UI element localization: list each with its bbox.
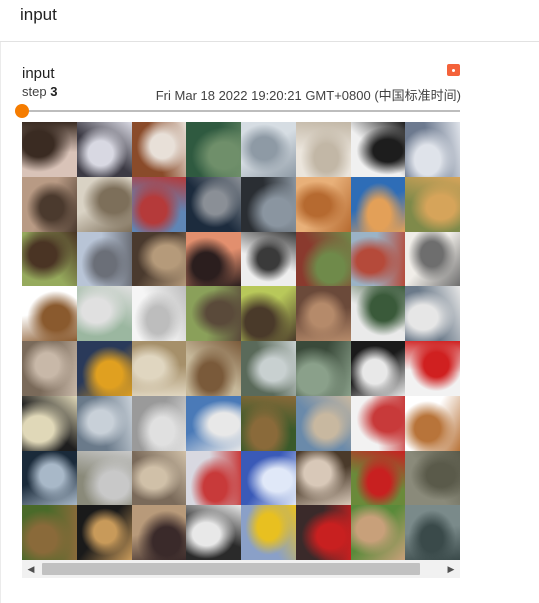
image-tile-dog — [350, 395, 406, 451]
image-tile-horse — [131, 122, 187, 177]
image-tile-automobile — [76, 122, 132, 177]
image-tile-dog — [405, 176, 460, 232]
image-tile-frog — [405, 505, 460, 560]
image-tile-ship — [131, 450, 187, 506]
image-tile-frog — [350, 176, 406, 232]
image-tile-dog — [131, 505, 187, 560]
image-tile-horse — [241, 341, 296, 396]
image-grid — [22, 122, 460, 560]
image-tile-ship — [22, 122, 77, 177]
image-tile-truck — [405, 450, 460, 506]
scroll-thumb[interactable] — [42, 563, 420, 575]
image-tile-horse — [350, 122, 406, 177]
image-tile-truck — [295, 505, 351, 560]
image-tile-truck — [186, 450, 241, 506]
image-tile-horse — [131, 231, 187, 287]
slider-track — [22, 110, 460, 112]
image-tile-truck — [76, 341, 132, 396]
image-tile-dog — [22, 395, 77, 451]
image-tile-airplane — [405, 231, 460, 287]
image-tile-deer — [186, 231, 241, 287]
image-tile-cat — [295, 176, 351, 232]
image-tile-dog — [350, 341, 406, 396]
image-tile-dog — [405, 395, 460, 451]
image-tile-truck — [76, 176, 132, 232]
image-tile-ship — [131, 395, 187, 451]
step-label: step — [22, 84, 47, 99]
image-tile-bird — [76, 505, 132, 560]
section-title: input — [20, 5, 57, 24]
step-slider[interactable] — [15, 104, 460, 118]
image-tile-ship — [131, 286, 187, 341]
timestamp: Fri Mar 18 2022 19:20:21 GMT+0800 (中国标准时… — [155, 88, 461, 103]
image-tile-automobile — [405, 341, 460, 396]
step-indicator: step 3 — [22, 84, 57, 99]
image-tile-dog — [131, 341, 187, 396]
image-tile-ship — [405, 122, 460, 177]
image-tile-truck — [241, 505, 296, 560]
image-tile-horse — [405, 286, 460, 341]
chevron-right-icon[interactable]: ▶ — [442, 560, 460, 578]
image-tile-ship — [350, 231, 406, 287]
image-tile-horse — [22, 286, 77, 341]
step-value: 3 — [50, 84, 58, 99]
image-tile-truck — [350, 286, 406, 341]
section-header: input — [0, 0, 539, 42]
image-tile-truck — [76, 231, 132, 287]
image-tile-ship — [131, 176, 187, 232]
image-tile-cat — [295, 450, 351, 506]
image-tile-airplane — [186, 395, 241, 451]
image-tile-bird — [186, 286, 241, 341]
image-tile-horse — [186, 176, 241, 232]
image-tile-frog — [295, 286, 351, 341]
image-tile-ship — [76, 395, 132, 451]
image-tile-ship — [295, 122, 351, 177]
image-tile-dog — [22, 176, 77, 232]
image-tile-bird — [22, 505, 77, 560]
image-tile-dog — [241, 231, 296, 287]
image-tile-dog — [350, 505, 406, 560]
image-tile-cat — [22, 341, 77, 396]
image-tile-truck — [295, 231, 351, 287]
image-tile-automobile — [22, 450, 77, 506]
image-tile-horse — [241, 286, 296, 341]
image-tile-bird — [186, 122, 241, 177]
image-tile-ship — [241, 122, 296, 177]
image-tile-automobile — [350, 450, 406, 506]
image-tile-automobile — [241, 176, 296, 232]
slider-thumb[interactable] — [15, 104, 29, 118]
image-tile-cat — [186, 505, 241, 560]
chevron-left-icon[interactable]: ◀ — [22, 560, 40, 578]
horizontal-scrollbar[interactable]: ◀ ▶ — [22, 560, 460, 578]
image-tile-automobile — [76, 450, 132, 506]
card-menu-icon[interactable] — [447, 64, 460, 76]
image-tile-truck — [76, 286, 132, 341]
image-tile-deer — [241, 395, 296, 451]
image-tile-horse — [22, 231, 77, 287]
image-card: input step 3 Fri Mar 18 2022 19:20:21 GM… — [0, 42, 539, 603]
tensorboard-images-page: input input step 3 Fri Mar 18 2022 19:20… — [0, 0, 539, 603]
image-tile-airplane — [241, 450, 296, 506]
image-tile-ship — [295, 395, 351, 451]
image-tile-deer — [186, 341, 241, 396]
image-tile-frog — [295, 341, 351, 396]
card-title: input — [22, 65, 55, 82]
